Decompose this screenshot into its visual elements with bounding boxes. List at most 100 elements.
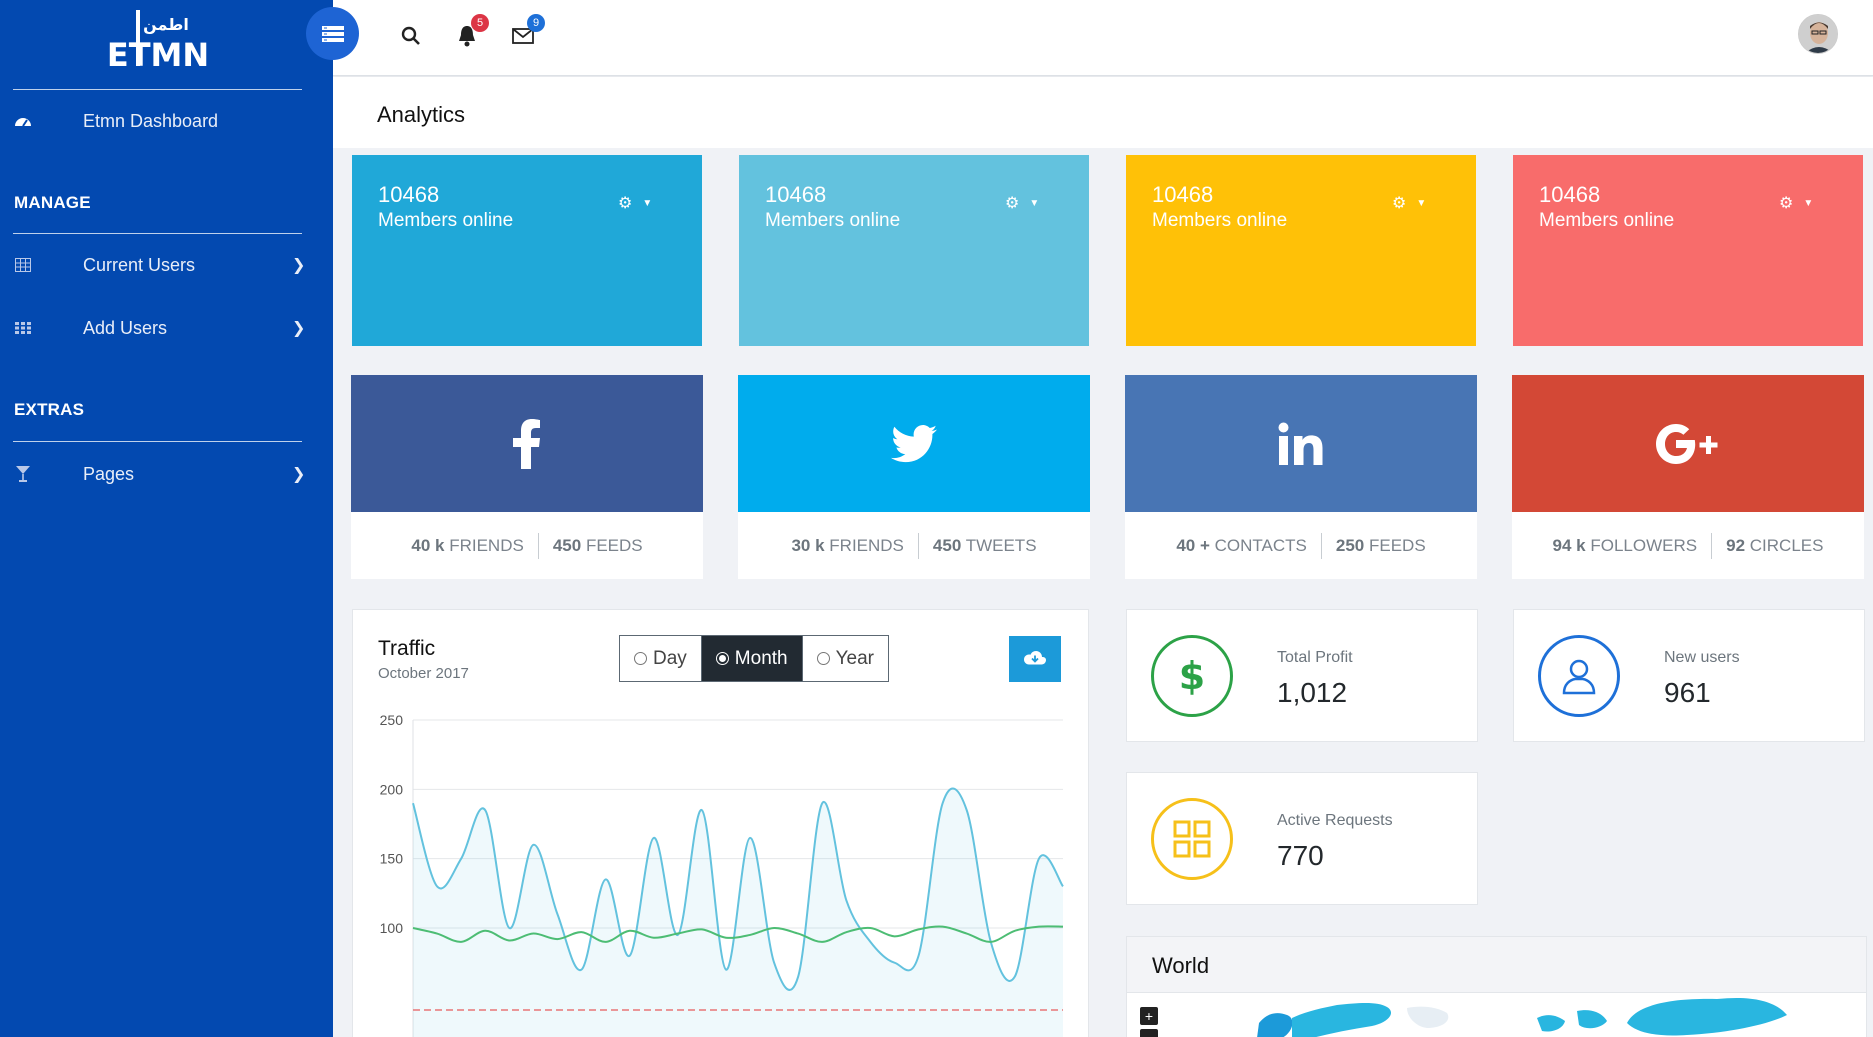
card-title: Traffic: [378, 637, 436, 660]
period-toggle: Day Month Year: [619, 635, 889, 682]
info-value: 961: [1664, 677, 1711, 708]
social-stats: 94 k FOLLOWERS 92 CIRCLES: [1512, 512, 1864, 579]
stat-number: 10468: [1152, 182, 1214, 207]
icon-circle: [1538, 635, 1620, 717]
radio-icon: [816, 652, 830, 665]
zoom-in-button[interactable]: +: [1140, 1007, 1158, 1025]
chevron-right-icon: ❯: [292, 466, 306, 483]
settings-dropdown[interactable]: ⚙ ▼: [618, 193, 652, 213]
settings-dropdown[interactable]: ⚙ ▼: [1779, 193, 1813, 213]
logo[interactable]: اطمن ETMN: [107, 6, 209, 74]
grid-icon: [14, 319, 32, 337]
messages-button[interactable]: 9: [511, 14, 545, 48]
notifications-button[interactable]: 5: [455, 14, 489, 48]
sidebar-item-label: Add Users: [83, 317, 168, 338]
avatar[interactable]: [1798, 14, 1838, 54]
tick-label: 100: [380, 920, 404, 936]
apps-icon: [1173, 820, 1211, 858]
cocktail-icon: [14, 465, 32, 483]
section-title-extras: EXTRAS: [14, 400, 85, 419]
card-header: World: [1127, 937, 1866, 993]
social-header[interactable]: [738, 375, 1090, 512]
info-label: Active Requests: [1277, 812, 1393, 829]
chevron-right-icon: ❯: [292, 257, 306, 274]
gear-icon: ⚙: [1392, 195, 1407, 212]
notifications-badge: 5: [471, 14, 489, 32]
social-header[interactable]: [351, 375, 703, 512]
stat-b: 92 CIRCLES: [1726, 535, 1824, 555]
facebook-icon: [513, 418, 540, 469]
logo-text: ETMN: [108, 36, 208, 74]
sidebar-item-pages[interactable]: Pages ❯: [0, 449, 333, 499]
stat-label: Members online: [378, 210, 514, 231]
social-card-google-plus: 94 k FOLLOWERS 92 CIRCLES: [1512, 375, 1864, 579]
tick-label: 250: [380, 712, 404, 728]
google-plus-icon: [1656, 423, 1718, 464]
option-month[interactable]: Month: [700, 636, 802, 681]
stat-label: Members online: [1152, 210, 1288, 231]
info-value: 770: [1277, 840, 1324, 871]
social-card-twitter: 30 k FRIENDS 450 TWEETS: [738, 375, 1090, 579]
info-card-new-users: New users 961: [1513, 609, 1865, 742]
logo-arabic: اطمن: [143, 15, 189, 34]
twitter-icon: [891, 424, 937, 462]
stat-label: Members online: [765, 210, 901, 231]
stat-card: 10468 Members online ⚙ ▼: [1126, 155, 1476, 346]
page-title: Analytics: [377, 102, 466, 127]
page-header: Analytics: [333, 77, 1873, 148]
menu-toggle-button[interactable]: [306, 7, 359, 60]
traffic-chart: 250 200 150 100: [380, 712, 1064, 1037]
caret-down-icon: ▼: [642, 197, 653, 209]
gear-icon: ⚙: [1779, 195, 1794, 212]
radio-icon: [634, 652, 647, 665]
dashboard-icon: [14, 112, 32, 130]
stat-number: 10468: [1539, 182, 1601, 207]
icon-circle: [1151, 798, 1233, 880]
social-header[interactable]: [1125, 375, 1477, 512]
divider: [13, 233, 302, 234]
traffic-card: Traffic October 2017 Day Month Year 250 2…: [352, 609, 1089, 1037]
sidebar-item-dashboard[interactable]: Etmn Dashboard: [0, 96, 333, 146]
info-label: Total Profit: [1277, 649, 1353, 666]
tick-label: 150: [380, 851, 404, 867]
sidebar: اطمن ETMN Etmn Dashboard MANAGE Current …: [0, 0, 333, 1037]
stat-b: 450 TWEETS: [932, 535, 1037, 555]
stat-card: 10468 Members online ⚙ ▼: [352, 155, 702, 346]
settings-dropdown[interactable]: ⚙ ▼: [1005, 193, 1039, 213]
world-map[interactable]: [1247, 993, 1867, 1037]
download-button[interactable]: [1009, 636, 1061, 682]
tick-label: 200: [380, 781, 404, 797]
settings-dropdown[interactable]: ⚙ ▼: [1392, 193, 1426, 213]
info-label: New users: [1664, 649, 1740, 666]
stat-a: 94 k FOLLOWERS: [1552, 535, 1698, 555]
card-subtitle: October 2017: [378, 665, 469, 682]
info-card-active-requests: Active Requests 770: [1126, 772, 1478, 905]
svg-text:$: $: [1179, 655, 1205, 697]
option-day[interactable]: Day: [620, 636, 701, 681]
sidebar-item-label: Pages: [83, 463, 135, 484]
card-title: World: [1152, 953, 1210, 978]
social-card-linkedin: 40 + CONTACTS 250 FEEDS: [1125, 375, 1477, 579]
chevron-right-icon: ❯: [292, 320, 306, 337]
sidebar-item-current-users[interactable]: Current Users ❯: [0, 240, 333, 290]
section-title-manage: MANAGE: [14, 193, 91, 212]
stat-card: 10468 Members online ⚙ ▼: [1513, 155, 1863, 346]
stat-a: 40 k FRIENDS: [411, 535, 524, 555]
divider: [13, 441, 302, 442]
social-stats: 30 k FRIENDS 450 TWEETS: [738, 512, 1090, 579]
search-icon[interactable]: [399, 24, 423, 48]
divider: [13, 89, 302, 90]
zoom-out-button[interactable]: −: [1140, 1029, 1158, 1037]
radio-icon: [715, 652, 729, 665]
world-card: World + −: [1126, 936, 1867, 1037]
stat-a: 30 k FRIENDS: [791, 535, 904, 555]
social-stats: 40 + CONTACTS 250 FEEDS: [1125, 512, 1477, 579]
option-year[interactable]: Year: [801, 636, 888, 681]
stat-label: Members online: [1539, 210, 1675, 231]
sidebar-item-add-users[interactable]: Add Users ❯: [0, 303, 333, 353]
social-header[interactable]: [1512, 375, 1864, 512]
menu-icon: [321, 25, 344, 42]
stat-card: 10468 Members online ⚙ ▼: [739, 155, 1089, 346]
stat-number: 10468: [378, 182, 440, 207]
info-value: 1,012: [1277, 677, 1348, 708]
